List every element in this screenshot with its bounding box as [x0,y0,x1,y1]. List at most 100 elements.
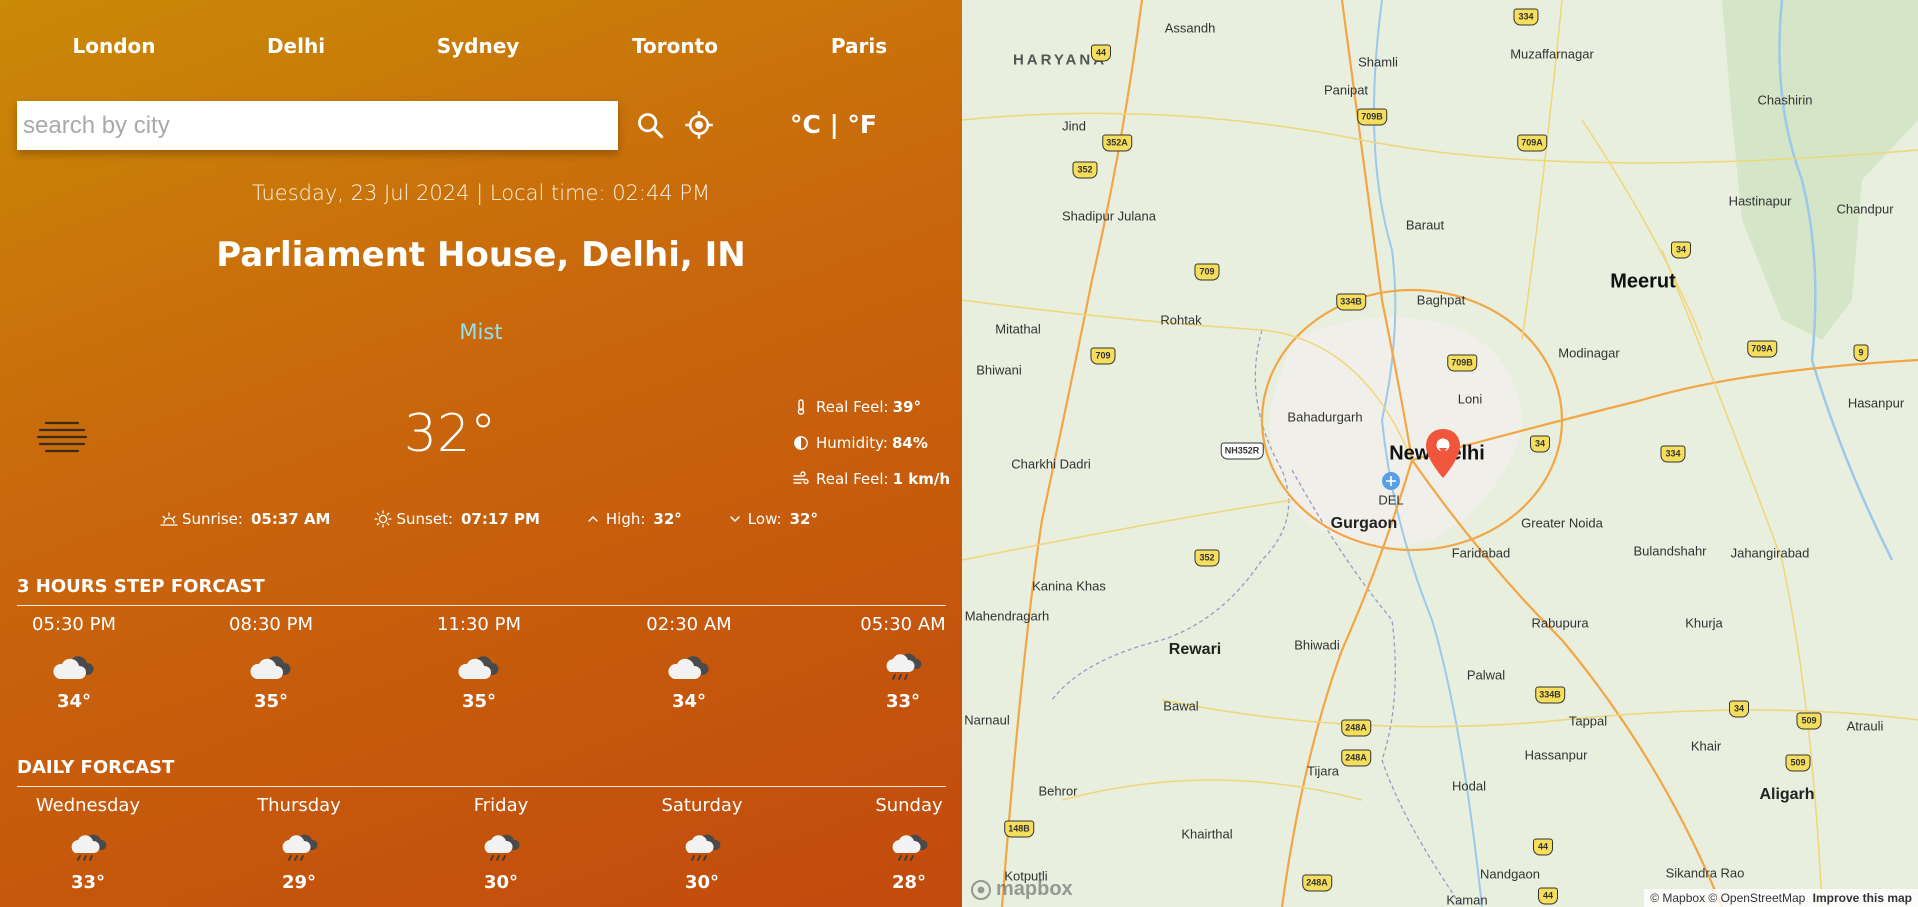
highway-shield: 509 [1785,754,1811,772]
celsius-button[interactable]: °C [790,110,821,139]
map-label: Shadipur Julana [1062,208,1156,224]
unit-separator: | [820,110,848,139]
daily-item: Sunday 28° [834,795,962,893]
map-label: Rabupura [1531,615,1589,631]
map-attribution: © Mapbox © OpenStreetMap Improve this ma… [1644,889,1918,907]
cloudy-icon [249,649,293,683]
search-icon[interactable] [636,111,664,139]
forecast-time: 11:30 PM [437,614,521,635]
humidity-row: Humidity: 84% [793,425,950,461]
forecast-day: Saturday [661,795,743,816]
wind-icon [793,471,809,485]
forecast-day: Sunday [875,795,943,816]
city-button-paris[interactable]: Paris [831,34,887,58]
daily-forecast-title: DAILY FORCAST [17,757,175,778]
city-button-london[interactable]: London [72,34,155,58]
map-label: Hodal [1452,778,1486,794]
highway-shield: 334 [1513,8,1539,26]
hourly-item: 11:30 PM 35° [404,614,554,712]
forecast-day: Wednesday [35,795,141,816]
city-button-toronto[interactable]: Toronto [632,34,718,58]
real-feel-row: Real Feel: 39° [793,389,950,425]
forecast-temp: 33° [885,691,921,712]
sunset-item: Sunset: 07:17 PM [374,510,540,528]
search-input[interactable] [17,101,618,150]
sun-label: Sunrise: [182,510,243,528]
highway-shield: 509 [1796,712,1822,730]
forecast-temp: 35° [461,691,497,712]
map-label: Faridabad [1451,545,1511,561]
map-label: Narnaul [964,712,1010,728]
highway-shield: 248A [1341,749,1371,767]
sun-label: High: [605,510,646,528]
weather-details: Real Feel: 39° Humidity: 84% Real Feel: … [793,389,950,497]
daily-forecast-row: Wednesday 33° Thursday 29° Friday 30° Sa… [17,795,946,907]
highway-shield: 709A [1747,340,1777,358]
high-item: High: 32° [584,510,682,528]
highway-shield: 9 [1853,344,1869,362]
highway-shield: 34 [1670,241,1692,259]
wind-row: Real Feel: 1 km/h [793,461,950,497]
map-label: Hasanpur [1847,395,1905,411]
rain-cloud-icon [479,830,523,864]
map-label: Sikandra Rao [1665,865,1745,881]
cloudy-icon [667,649,711,683]
low-item: Low: 32° [726,510,818,528]
highway-shield: 334 [1660,445,1686,463]
weather-condition: Mist [459,320,503,344]
highway-shield: 709B [1447,354,1477,372]
current-temperature: 32° [403,404,497,464]
city-button-delhi[interactable]: Delhi [267,34,325,58]
forecast-temp: 34° [56,691,92,712]
location-pin-icon[interactable] [1424,428,1462,480]
map-label: Palwal [1466,667,1506,683]
rain-cloud-icon [881,649,925,683]
chevron-up-icon [588,516,598,522]
fahrenheit-button[interactable]: °F [847,110,877,139]
hourly-item: 08:30 PM 35° [196,614,346,712]
map-label: Atrauli [1846,718,1884,734]
forecast-temp: 28° [891,872,927,893]
hourly-forecast-title: 3 HOURS STEP FORCAST [17,576,265,597]
mapbox-logo[interactable]: mapbox [970,878,1073,901]
forecast-temp: 34° [671,691,707,712]
highway-shield: 44 [1090,44,1112,62]
location-crosshair-icon[interactable] [684,110,714,140]
sun-high-low-bar: Sunrise: 05:37 AM Sunset: 07:17 PM High: [160,510,862,528]
highway-shield: NH352R [1220,442,1264,460]
map-label: Bhiwadi [1294,637,1340,653]
map-label: Tappal [1568,713,1608,729]
forecast-temp: 30° [684,872,720,893]
map-label: Charkhi Dadri [1011,456,1091,472]
sun-label: Sunset: [396,510,453,528]
daily-item: Saturday 30° [627,795,777,893]
map-label: Bhiwani [976,362,1022,378]
improve-map-link[interactable]: Improve this map [1813,891,1912,905]
daily-item: Wednesday 33° [13,795,163,893]
map-label: Bulandshahr [1633,543,1707,559]
map-label: Greater Noida [1521,515,1603,531]
map-label: Bawal [1163,698,1199,714]
map-label: Rohtak [1160,312,1202,328]
mist-icon [36,421,88,453]
map-label: Meerut [1610,270,1676,293]
rain-cloud-icon [277,830,321,864]
mapbox-logo-icon [971,879,991,900]
hourly-item: 02:30 AM 34° [614,614,764,712]
city-button-sydney[interactable]: Sydney [437,34,520,58]
highway-shield: 334B [1535,686,1565,704]
map-label: Aligarh [1759,786,1815,803]
sun-value: 32° [789,510,818,528]
highway-shield: 34 [1728,700,1750,718]
detail-value: 84% [891,434,928,452]
sunrise-item: Sunrise: 05:37 AM [160,510,330,528]
highway-shield: 709A [1517,134,1547,152]
map-label: Chandpur [1836,201,1894,217]
rain-cloud-icon [66,830,110,864]
highway-shield: 34 [1529,435,1551,453]
forecast-time: 05:30 AM [860,614,946,635]
sun-label: Low: [747,510,782,528]
humidity-drop-icon [794,436,808,450]
map-label: Muzaffarnagar [1510,46,1594,62]
highway-shield: 248A [1341,719,1371,737]
